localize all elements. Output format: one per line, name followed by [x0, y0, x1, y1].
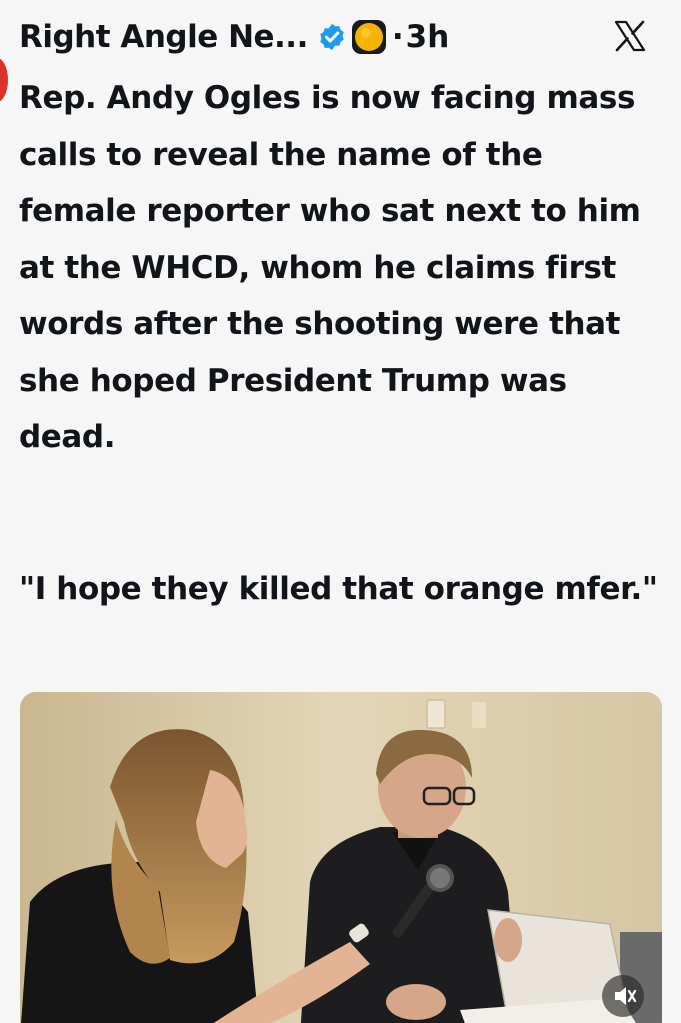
x-logo-icon: [614, 20, 646, 52]
orange-circle-emoji-icon: [351, 20, 386, 54]
avatar[interactable]: [0, 58, 8, 102]
post-text: Rep. Andy Ogles is now facing mass calls…: [19, 80, 641, 455]
mute-icon[interactable]: [602, 975, 644, 1017]
separator-dot: ·: [391, 19, 404, 55]
post-image[interactable]: [20, 692, 662, 1023]
post-card[interactable]: Right Angle Ne... · 3h Rep. Andy Ogles i…: [0, 0, 681, 1023]
post-quote-text: "I hope they killed that orange mfer.": [19, 571, 658, 607]
timestamp[interactable]: 3h: [406, 19, 450, 55]
author-name[interactable]: Right Angle Ne...: [19, 19, 308, 55]
post-photo: [20, 692, 662, 1023]
post-header: Right Angle Ne... · 3h: [19, 12, 657, 62]
verified-badge-icon: [320, 23, 344, 51]
